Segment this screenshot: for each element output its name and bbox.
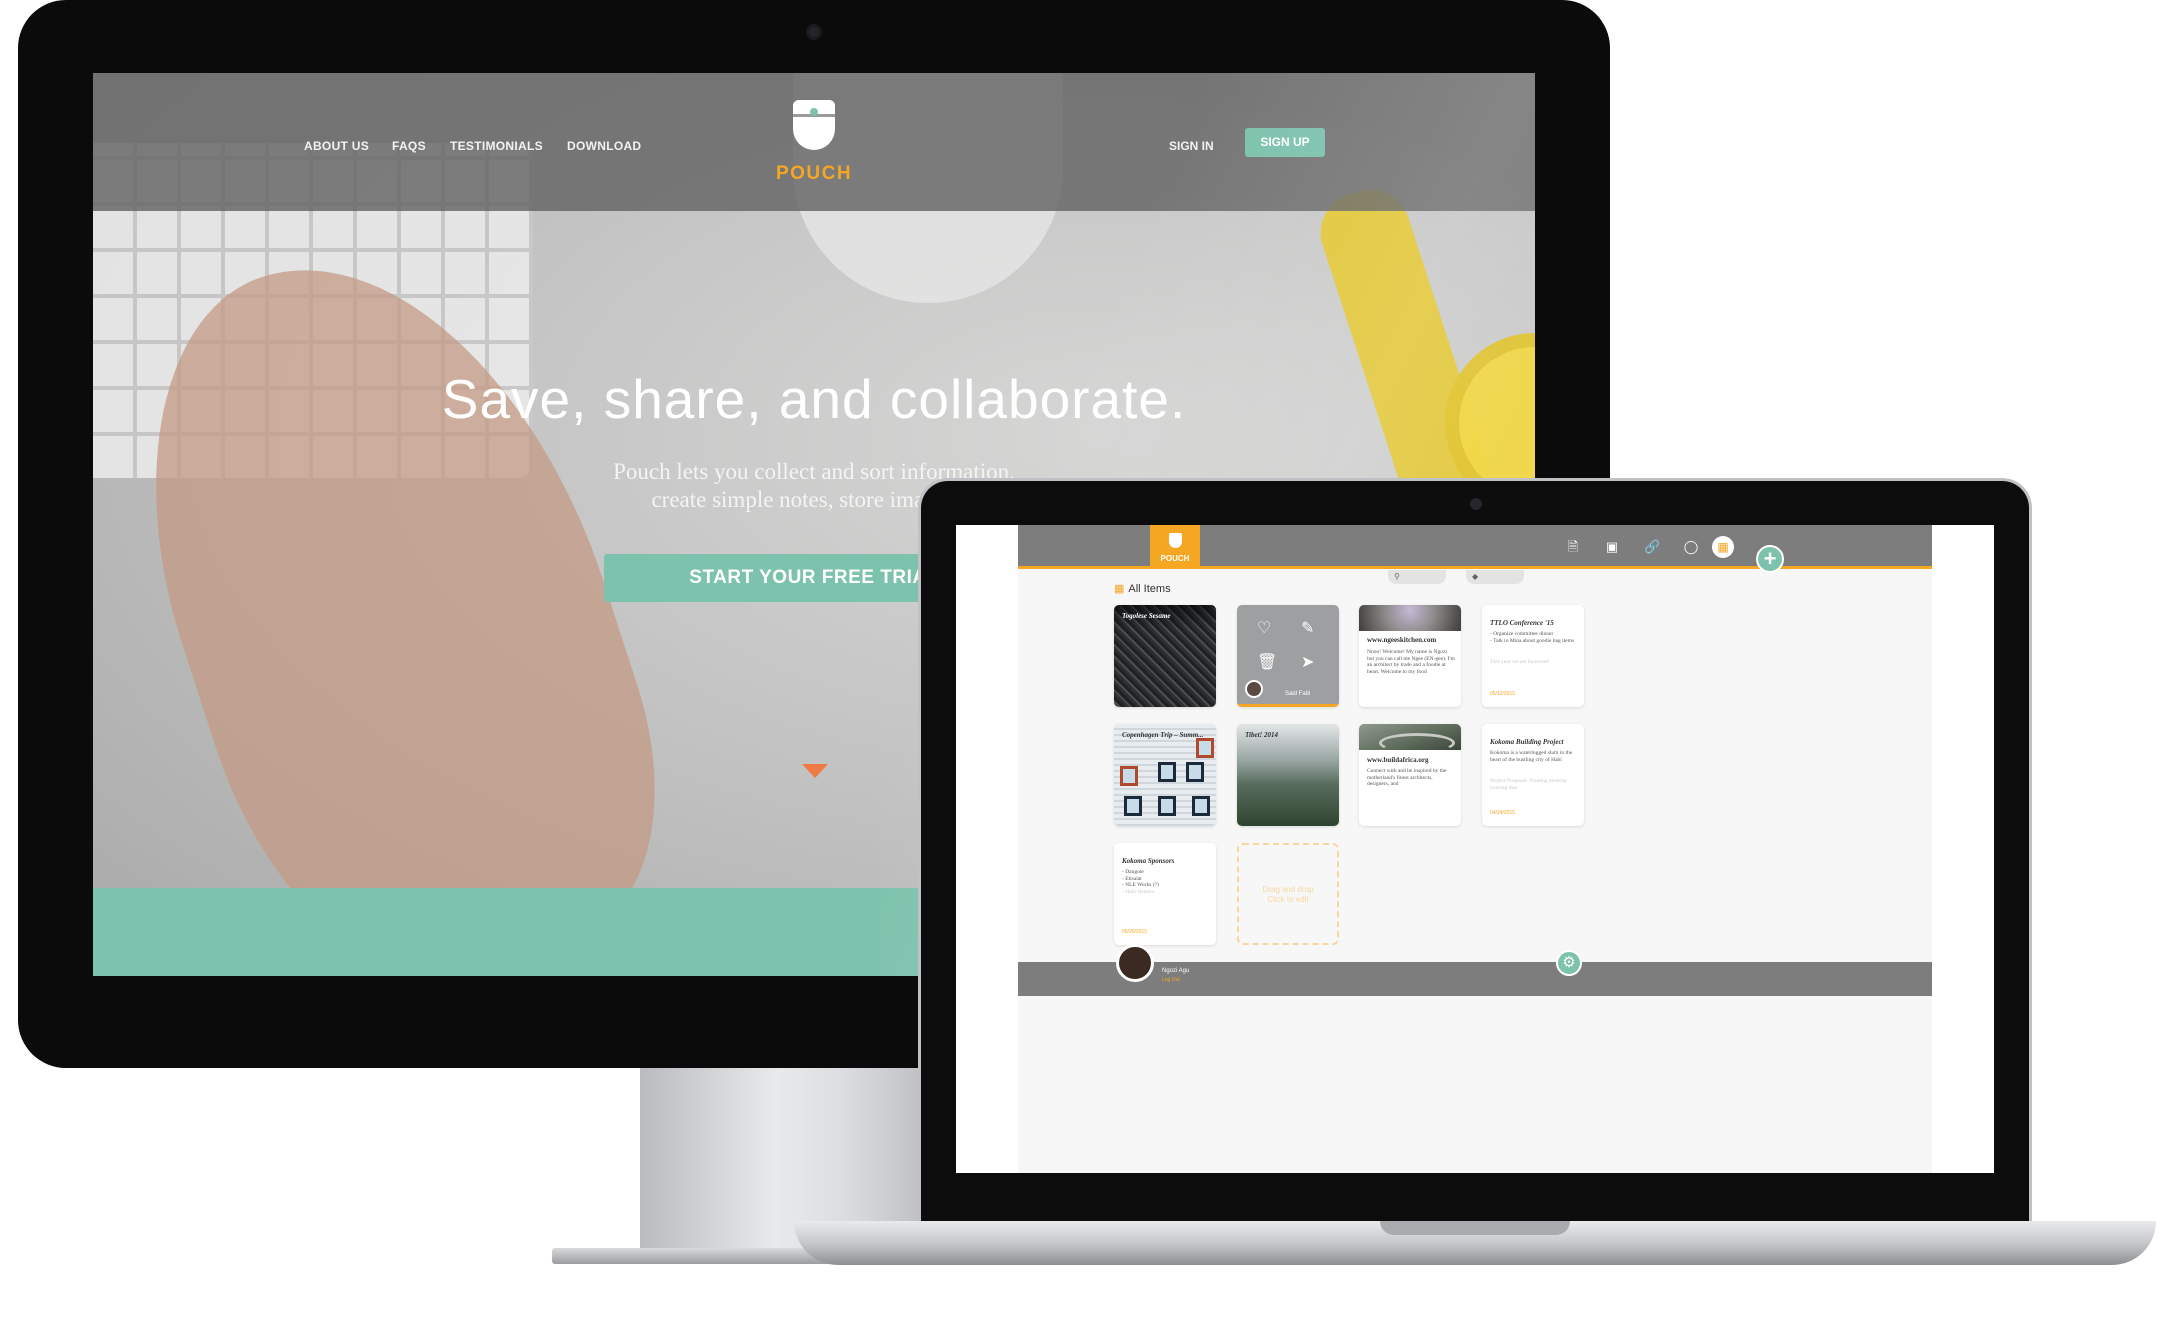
search-pill[interactable]: ⚲ bbox=[1388, 570, 1446, 584]
card-date: 04/24/2015 bbox=[1490, 810, 1516, 816]
like-heart-icon[interactable]: ♡ bbox=[1257, 621, 1271, 637]
photo-window bbox=[1124, 796, 1142, 816]
card-title: TTLO Conference '15 bbox=[1490, 619, 1554, 627]
card-title: Copenhagen Trip – Summ... bbox=[1122, 731, 1204, 739]
card-date: 05/12/2015 bbox=[1490, 691, 1516, 697]
card-faded-text: This year we are honoured bbox=[1490, 659, 1549, 665]
user-avatar[interactable] bbox=[1116, 944, 1154, 982]
photo-window bbox=[1186, 762, 1204, 782]
card-ngeeskitchen-link[interactable]: www.ngeeskitchen.com Nnoo! Welcome! My n… bbox=[1359, 605, 1461, 707]
send-icon[interactable]: ➤ bbox=[1301, 655, 1314, 671]
tag-icon: ◆ bbox=[1472, 572, 1479, 581]
photo-window bbox=[1192, 796, 1210, 816]
card-list-item: - Talk to Mina about goodie bag items bbox=[1490, 637, 1574, 644]
card-ttlo-conference[interactable]: TTLO Conference '15 - Organize committee… bbox=[1482, 605, 1584, 707]
search-icon: ⚲ bbox=[1394, 572, 1400, 581]
card-togolese-sesame[interactable]: Togolese Sesame bbox=[1114, 605, 1216, 707]
card-kokoma-sponsors[interactable]: Kokoma Sponsors - Dangote - Etisalat - N… bbox=[1114, 843, 1216, 945]
card-photo bbox=[1114, 724, 1216, 826]
owner-avatar bbox=[1245, 680, 1263, 698]
nav-about-us[interactable]: ABOUT US bbox=[304, 139, 369, 153]
tag-filter-pill[interactable]: ◆ bbox=[1466, 570, 1524, 584]
card-title: Kokoma Building Project bbox=[1490, 738, 1564, 746]
drag-and-drop-zone[interactable]: Drag and drop Click to edit bbox=[1237, 843, 1339, 945]
app-toolbar: POUCH 🗎 ▣ 🔗 ◯ ▦ bbox=[1018, 525, 1932, 569]
nav-download[interactable]: DOWNLOAD bbox=[567, 139, 641, 153]
card-title: Togolese Sesame bbox=[1122, 612, 1171, 620]
hero-title: Save, share, and collaborate. bbox=[441, 368, 1187, 430]
new-note-icon[interactable]: 🗎 bbox=[1565, 539, 1581, 555]
app-window: POUCH 🗎 ▣ 🔗 ◯ ▦ ⚲ ◆ + ▦ All Items Togoles… bbox=[1018, 525, 1932, 1173]
scroll-down-arrow-icon[interactable] bbox=[802, 764, 828, 778]
card-url: www.buildafrica.org bbox=[1367, 756, 1429, 764]
app-footer-bar bbox=[1018, 962, 1932, 996]
drop-zone-text: Drag and drop Click to edit bbox=[1239, 885, 1337, 905]
card-photo bbox=[1237, 724, 1339, 826]
image-icon[interactable]: ▣ bbox=[1604, 539, 1620, 555]
card-date: 05/20/2015 bbox=[1122, 929, 1148, 935]
imac-camera bbox=[806, 24, 822, 40]
pouch-logo-dot bbox=[810, 108, 818, 116]
site-logo-text[interactable]: POUCH bbox=[773, 163, 855, 185]
drop-zone-line-1: Drag and drop bbox=[1262, 885, 1314, 894]
card-copenhagen-trip[interactable]: Copenhagen Trip – Summ... bbox=[1114, 724, 1216, 826]
card-list: - Organize committee dinner - Talk to Mi… bbox=[1490, 631, 1578, 644]
site-header: ABOUT US FAQS TESTIMONIALS DOWNLOAD POUC… bbox=[93, 73, 1535, 211]
app-logo[interactable]: POUCH bbox=[1150, 525, 1200, 569]
sign-in-link[interactable]: SIGN IN bbox=[1169, 139, 1214, 153]
card-body: Nnoo! Welcome! My name is Ngozi but you … bbox=[1367, 649, 1455, 675]
all-items-heading: ▦ All Items bbox=[1114, 582, 1171, 595]
drop-zone-line-2: Click to edit bbox=[1267, 895, 1309, 904]
all-items-label: All Items bbox=[1128, 583, 1171, 595]
card-buildafrica-link[interactable]: www.buildafrica.org Connect with and be … bbox=[1359, 724, 1461, 826]
photo-window bbox=[1120, 766, 1138, 786]
card-hover-actions[interactable]: ♡ ✎ 🗑 ➤ Said Fabi bbox=[1237, 605, 1339, 707]
card-faded-text: Project Proposal: Floating modular housi… bbox=[1490, 778, 1568, 791]
card-body: Connect with and be inspired by the moth… bbox=[1367, 768, 1447, 787]
device-mockup-scene: ABOUT US FAQS TESTIMONIALS DOWNLOAD POUC… bbox=[0, 0, 2164, 1323]
card-title: Kokoma Sponsors bbox=[1122, 857, 1175, 865]
log-out-link[interactable]: Log Out bbox=[1162, 977, 1180, 983]
edit-icon[interactable]: ✎ bbox=[1301, 621, 1314, 637]
settings-gear-icon[interactable]: ⚙ bbox=[1556, 950, 1582, 976]
macbook-screen-app: POUCH 🗎 ▣ 🔗 ◯ ▦ ⚲ ◆ + ▦ All Items Togoles… bbox=[956, 525, 1994, 1173]
macbook-lid-notch bbox=[1380, 1221, 1570, 1235]
pouch-logo-icon[interactable] bbox=[793, 100, 835, 150]
pouch-filter-icon[interactable]: ◯ bbox=[1683, 539, 1699, 555]
nav-faqs[interactable]: FAQS bbox=[392, 139, 426, 153]
app-pouch-icon bbox=[1169, 533, 1182, 548]
card-list: - Dangote - Etisalat - NLE Works (?) - H… bbox=[1122, 869, 1210, 895]
card-photo bbox=[1359, 605, 1461, 631]
sign-up-button[interactable]: SIGN UP bbox=[1245, 128, 1325, 157]
card-title: Tibet! 2014 bbox=[1245, 731, 1278, 739]
macbook-camera bbox=[1470, 498, 1482, 510]
card-photo bbox=[1114, 605, 1216, 707]
app-logo-text: POUCH bbox=[1160, 554, 1190, 563]
grid-icon: ▦ bbox=[1114, 583, 1125, 595]
photo-window bbox=[1196, 738, 1214, 758]
nav-testimonials[interactable]: TESTIMONIALS bbox=[450, 139, 543, 153]
card-photo bbox=[1359, 724, 1461, 753]
card-kokoma-building-project[interactable]: Kokoma Building Project Kokoma is a wate… bbox=[1482, 724, 1584, 826]
user-name: Ngozi Agu bbox=[1162, 968, 1190, 974]
card-accent-stripe bbox=[1237, 704, 1339, 707]
photo-window bbox=[1158, 762, 1176, 782]
card-hover-overlay: ♡ ✎ 🗑 ➤ Said Fabi bbox=[1237, 605, 1339, 707]
grid-view-icon[interactable]: ▦ bbox=[1712, 536, 1734, 558]
photo-window bbox=[1158, 796, 1176, 816]
add-item-button[interactable]: + bbox=[1756, 545, 1784, 573]
link-icon[interactable]: 🔗 bbox=[1644, 539, 1660, 555]
card-body: Kokoma is a waterlogged slum in the hear… bbox=[1490, 750, 1573, 763]
card-url: www.ngeeskitchen.com bbox=[1367, 636, 1437, 644]
card-list-item: - Habi Helpers bbox=[1122, 888, 1155, 895]
card-owner-name: Said Fabi bbox=[1285, 691, 1311, 697]
card-tibet-2014[interactable]: Tibet! 2014 bbox=[1237, 724, 1339, 826]
trash-icon[interactable]: 🗑 bbox=[1257, 655, 1277, 671]
